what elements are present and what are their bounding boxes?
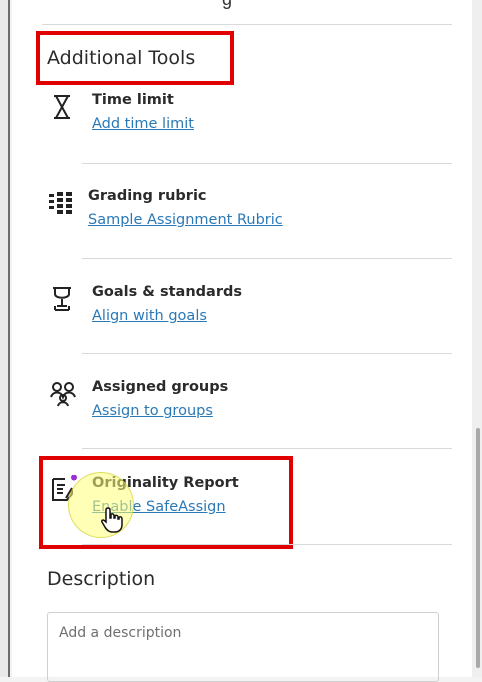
divider [82, 544, 452, 545]
align-with-goals-link[interactable]: Align with goals [92, 308, 207, 324]
divider [82, 258, 452, 259]
tool-assigned-groups: Assigned groups Assign to groups [12, 379, 472, 459]
trophy-icon [50, 286, 74, 314]
rubric-grid-icon [48, 190, 72, 218]
add-time-limit-link[interactable]: Add time limit [92, 116, 194, 132]
assign-to-groups-link[interactable]: Assign to groups [92, 403, 213, 419]
divider [82, 163, 452, 164]
tool-goals-standards: Goals & standards Align with goals [12, 284, 472, 364]
description-input[interactable]: Add a description [47, 612, 439, 682]
hand-pointer-cursor-icon [100, 506, 124, 534]
tool-title: Grading rubric [88, 188, 207, 204]
groups-icon [50, 381, 76, 409]
description-heading: Description [47, 568, 156, 590]
tool-time-limit: Time limit Add time limit [12, 92, 472, 172]
tool-grading-rubric: Grading rubric Sample Assignment Rubric [12, 188, 472, 268]
scrollbar[interactable] [476, 428, 480, 668]
section-heading-additional-tools: Additional Tools [47, 47, 196, 69]
tool-title: Assigned groups [92, 379, 229, 395]
tool-title: Goals & standards [92, 284, 242, 300]
settings-panel: g Additional Tools Time limit Add time l… [12, 0, 472, 682]
hourglass-icon [50, 94, 74, 122]
sample-assignment-rubric-link[interactable]: Sample Assignment Rubric [88, 212, 283, 228]
divider [42, 24, 452, 25]
panel-top-title-fragment: g [222, 0, 232, 10]
left-pane-edge [0, 0, 10, 677]
divider [82, 448, 452, 449]
tool-title: Time limit [92, 92, 174, 108]
divider [82, 353, 452, 354]
